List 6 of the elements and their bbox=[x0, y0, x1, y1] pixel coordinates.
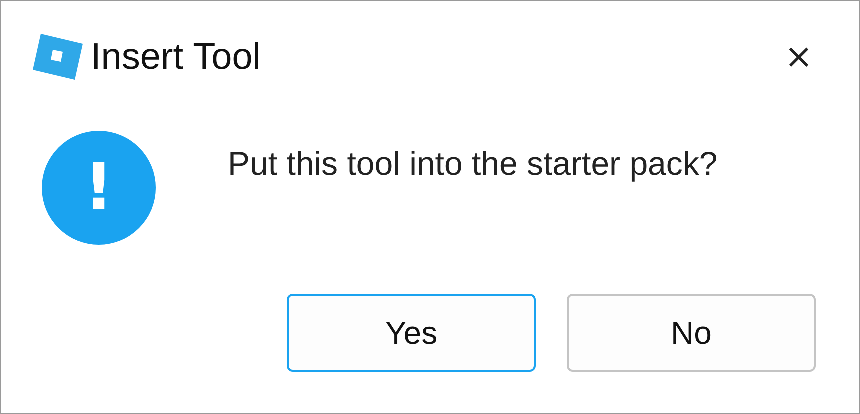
window-title: Insert Tool bbox=[91, 36, 262, 78]
close-button[interactable]: × bbox=[769, 27, 829, 87]
no-button[interactable]: No bbox=[567, 294, 816, 372]
info-icon: ! bbox=[42, 131, 156, 245]
message-text: Put this tool into the starter pack? bbox=[228, 145, 718, 183]
yes-button[interactable]: Yes bbox=[287, 294, 536, 372]
